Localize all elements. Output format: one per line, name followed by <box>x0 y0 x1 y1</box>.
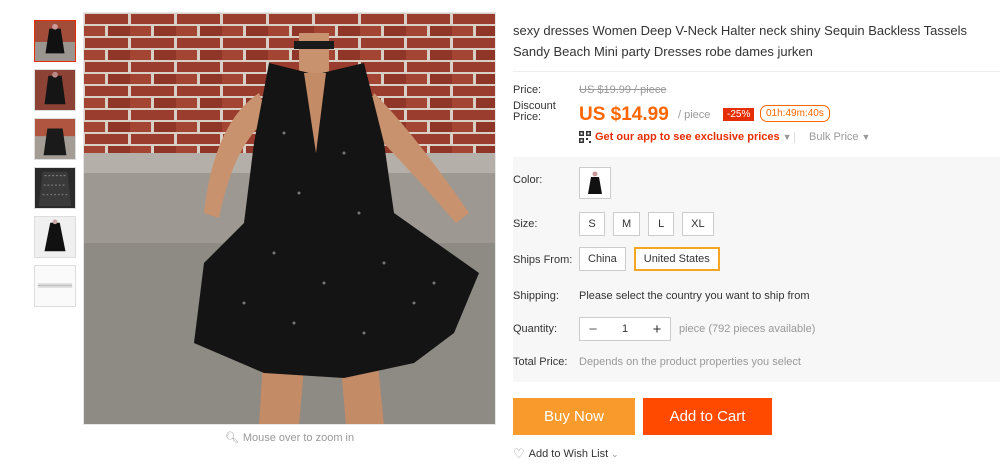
discount-badge: -25% <box>723 108 755 121</box>
chevron-down-icon: ▼ <box>782 132 792 142</box>
size-option-l[interactable]: L <box>648 212 675 236</box>
plus-button[interactable]: + <box>644 321 670 338</box>
product-title: sexy dresses Women Deep V-Neck Halter ne… <box>513 23 967 59</box>
quantity-stepper: − 1 + <box>579 317 671 341</box>
promo-separator <box>794 132 795 143</box>
zoom-hint-text: Mouse over to zoom in <box>242 432 355 444</box>
main-product-image[interactable] <box>83 12 496 425</box>
price-label: Price: <box>513 84 542 96</box>
quantity-availability: piece (792 pieces available) <box>679 323 816 335</box>
thumbnail-3[interactable] <box>34 118 76 160</box>
ships-from-united-states[interactable]: United States <box>633 247 720 271</box>
thumbnail-5[interactable] <box>34 216 76 258</box>
shipping-label: Shipping: <box>513 290 559 302</box>
quantity-control: − 1 + piece (792 pieces available) <box>579 317 815 341</box>
discount-price: US $14.99 <box>579 104 669 125</box>
ships-from-china[interactable]: China <box>579 247 626 271</box>
size-option-s[interactable]: S <box>579 212 605 236</box>
product-page: 🔍︎ Mouse over to zoom in sexy dresses Wom… <box>0 0 1000 467</box>
thumbnail-list <box>34 20 76 314</box>
bulk-price-dropdown[interactable]: Bulk Price ▼ <box>809 131 870 143</box>
product-details: sexy dresses Women Deep V-Neck Halter ne… <box>513 0 1000 461</box>
wish-list-label: Add to Wish List <box>528 448 609 460</box>
quantity-label: Quantity: <box>513 323 558 335</box>
add-to-cart-button[interactable]: Add to Cart <box>643 398 772 435</box>
price-row: Price: US $19.99 / piece <box>513 81 1000 103</box>
quantity-input[interactable]: 1 <box>606 323 644 335</box>
discount-label: Discount Price: <box>513 100 556 123</box>
buy-now-button[interactable]: Buy Now <box>513 398 635 435</box>
ships-from-options: China United States <box>579 247 720 271</box>
total-price-label: Total Price: <box>513 356 568 368</box>
thumbnail-1[interactable] <box>34 20 76 62</box>
shipping-message: Please select the country you want to sh… <box>579 290 810 302</box>
product-properties: Color: Size: S M L XL Ships From: China … <box>513 157 1000 382</box>
app-promo-row: Get our app to see exclusive prices ▼ Bul… <box>513 131 1000 159</box>
discount-row: Discount Price: US $14.99 / piece -25% 01… <box>513 100 1000 131</box>
title-divider <box>513 71 1000 72</box>
thumbnail-2[interactable] <box>34 69 76 111</box>
size-label: Size: <box>513 218 538 230</box>
qr-code-icon <box>579 131 591 143</box>
original-price: US $19.99 / piece <box>579 84 667 96</box>
countdown-timer: 01h:49m:40s <box>760 105 830 122</box>
zoom-hint: 🔍︎ Mouse over to zoom in <box>83 431 496 444</box>
add-to-wish-list[interactable]: ♡ Add to Wish List ⌄ <box>513 446 619 462</box>
chevron-down-icon: ▼ <box>861 132 871 142</box>
size-options: S M L XL <box>579 212 714 236</box>
per-piece-unit: / piece <box>678 109 711 121</box>
minus-button[interactable]: − <box>580 321 606 338</box>
heart-icon: ♡ <box>513 446 525 461</box>
magnifier-icon: 🔍︎ <box>224 432 239 444</box>
app-promo-link[interactable]: Get our app to see exclusive prices ▼ <box>595 131 792 143</box>
color-label: Color: <box>513 174 543 186</box>
size-option-xl[interactable]: XL <box>682 212 714 236</box>
total-price-value: Depends on the product properties you se… <box>579 356 801 368</box>
chevron-down-icon: ⌄ <box>611 448 619 459</box>
ships-from-label: Ships From: <box>513 254 573 266</box>
thumbnail-4[interactable] <box>34 167 76 209</box>
color-swatch-black[interactable] <box>579 167 611 199</box>
size-option-m[interactable]: M <box>613 212 641 236</box>
thumbnail-6[interactable] <box>34 265 76 307</box>
